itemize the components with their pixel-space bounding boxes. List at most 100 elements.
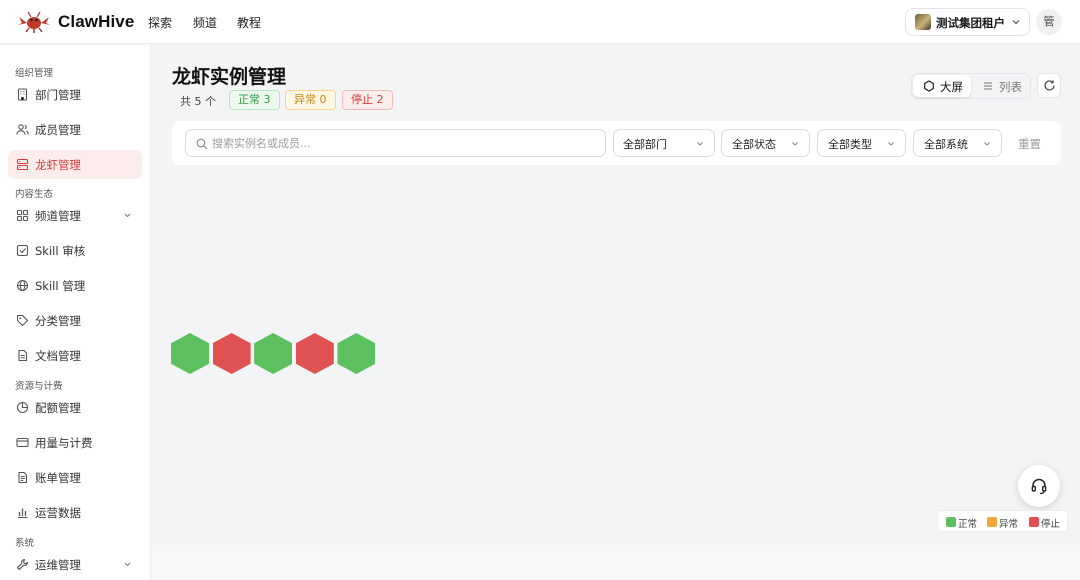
tenant-name: 测试集团租户: [936, 16, 1005, 30]
page-title: 龙虾实例管理: [172, 66, 287, 88]
instance-total-count: 共 5 个: [180, 95, 216, 108]
search-input[interactable]: [212, 134, 592, 152]
chevron-down-icon: [888, 142, 894, 146]
sidebar-item-label: 分类管理: [35, 314, 81, 328]
instance-hex-stopped[interactable]: [212, 333, 251, 374]
section-title-org: 组织管理: [15, 68, 54, 79]
chevron-down-icon: [984, 142, 990, 146]
refresh-button[interactable]: [1037, 73, 1061, 98]
sidebar-item-bills[interactable]: 账单管理: [8, 463, 142, 492]
legend-label-stopped: 停止: [1041, 519, 1061, 530]
sidebar-item-label: 龙虾管理: [35, 158, 81, 172]
view-list-button[interactable]: 列表: [972, 75, 1030, 97]
department-select-value: 全部部门: [623, 138, 667, 151]
view-screen-label: 大屏: [940, 80, 963, 94]
sidebar-item-label: 运维管理: [35, 558, 81, 572]
list-icon: [984, 82, 992, 90]
sidebar-item-devops[interactable]: 运维管理: [8, 550, 142, 579]
status-badge-normal[interactable]: 正常 3: [229, 90, 280, 110]
sidebar-item-label: 频道管理: [35, 209, 81, 223]
top-bar: ClawHive 探索 频道 教程 测试集团租户 管: [0, 0, 1080, 44]
sidebar-item-categories[interactable]: 分类管理: [8, 306, 142, 335]
department-select[interactable]: 全部部门: [613, 129, 715, 157]
grid-icon: [16, 209, 29, 222]
status-legend: 正常 异常 停止: [937, 510, 1068, 532]
sidebar-item-label: 账单管理: [35, 471, 81, 485]
sidebar-item-label: 部门管理: [35, 88, 81, 102]
canvas-bottom-strip: [152, 545, 1080, 580]
credit-card-icon: [16, 437, 29, 448]
tenant-switcher[interactable]: 测试集团租户: [905, 8, 1030, 36]
filter-bar: 全部部门 全部状态 全部类型 全部系统 重置: [172, 121, 1061, 165]
instance-hex-stopped[interactable]: [295, 333, 334, 374]
instance-hex-normal[interactable]: [254, 333, 293, 374]
sidebar-item-members[interactable]: 成员管理: [8, 115, 142, 144]
sidebar-item-departments[interactable]: 部门管理: [8, 80, 142, 109]
support-button[interactable]: [1018, 465, 1060, 507]
status-select-value: 全部状态: [732, 138, 776, 151]
status-badge-abnormal[interactable]: 异常 0: [285, 90, 336, 110]
headset-icon: [1031, 478, 1047, 495]
tenant-avatar: [915, 14, 931, 30]
status-badge-stopped[interactable]: 停止 2: [342, 90, 393, 110]
system-select-value: 全部系统: [924, 138, 968, 151]
legend-swatch-normal: [946, 517, 956, 527]
view-toggle: 大屏 列表: [911, 73, 1031, 99]
tag-icon: [16, 314, 29, 327]
legend-swatch-abnormal: [987, 517, 997, 527]
search-box[interactable]: [185, 129, 606, 157]
section-title-system: 系统: [15, 538, 35, 549]
chevron-down-icon: [697, 142, 703, 146]
sidebar-item-label: 成员管理: [35, 123, 81, 137]
document-icon: [18, 349, 28, 362]
chevron-down-icon[interactable]: [122, 559, 133, 570]
sidebar-item-label: Skill 管理: [35, 279, 86, 293]
section-title-billing: 资源与计费: [15, 381, 63, 392]
chevron-down-icon: [1012, 20, 1020, 25]
nav-tutorial[interactable]: 教程: [237, 14, 261, 31]
sidebar-item-lobsters[interactable]: 龙虾管理: [8, 150, 142, 179]
sidebar-item-quota[interactable]: 配额管理: [8, 393, 142, 422]
sidebar-item-documents[interactable]: 文档管理: [8, 341, 142, 370]
type-select[interactable]: 全部类型: [817, 129, 906, 157]
receipt-icon: [18, 471, 28, 484]
lobster-logo-icon[interactable]: [16, 11, 52, 33]
sidebar-item-skill-manage[interactable]: Skill 管理: [8, 271, 142, 300]
chevron-down-icon[interactable]: [122, 210, 133, 221]
sidebar-item-label: 运营数据: [35, 506, 81, 520]
users-icon: [16, 124, 29, 135]
type-select-value: 全部类型: [828, 138, 872, 151]
server-icon: [16, 158, 29, 171]
sidebar-item-label: 用量与计费: [35, 436, 93, 450]
pie-chart-icon: [16, 401, 29, 414]
user-avatar[interactable]: 管: [1036, 9, 1062, 35]
legend-label-normal: 正常: [958, 519, 978, 530]
sidebar-item-operations-data[interactable]: 运营数据: [8, 498, 142, 527]
legend-label-abnormal: 异常: [999, 519, 1019, 530]
instance-hex-normal[interactable]: [337, 333, 376, 374]
status-select[interactable]: 全部状态: [721, 129, 810, 157]
sidebar-item-usage-billing[interactable]: 用量与计费: [8, 428, 142, 457]
nav-channels[interactable]: 频道: [193, 14, 217, 31]
system-select[interactable]: 全部系统: [913, 129, 1002, 157]
view-screen-button[interactable]: 大屏: [913, 75, 971, 97]
sidebar-item-skill-review[interactable]: Skill 审核: [8, 236, 142, 265]
building-icon: [17, 88, 28, 101]
search-icon: [196, 138, 208, 150]
globe-icon: [16, 279, 29, 292]
sidebar-item-channels[interactable]: 频道管理: [8, 201, 142, 230]
reset-button[interactable]: 重置: [1018, 136, 1041, 152]
legend-swatch-stopped: [1029, 517, 1039, 527]
refresh-icon: [1044, 80, 1055, 91]
sidebar-item-label: Skill 审核: [35, 244, 86, 258]
brand-name[interactable]: ClawHive: [58, 12, 134, 32]
sidebar-item-label: 配额管理: [35, 401, 81, 415]
nav-explore[interactable]: 探索: [148, 14, 172, 31]
sidebar: 组织管理 部门管理 成员管理 龙虾管理 内容生态 频道管理 Skill 审核 S…: [0, 45, 151, 580]
check-square-icon: [16, 244, 29, 257]
bar-chart-icon: [18, 508, 28, 519]
instance-hex-normal[interactable]: [171, 333, 209, 374]
chevron-down-icon: [792, 142, 798, 146]
view-list-label: 列表: [999, 80, 1022, 94]
section-title-content: 内容生态: [15, 189, 54, 200]
